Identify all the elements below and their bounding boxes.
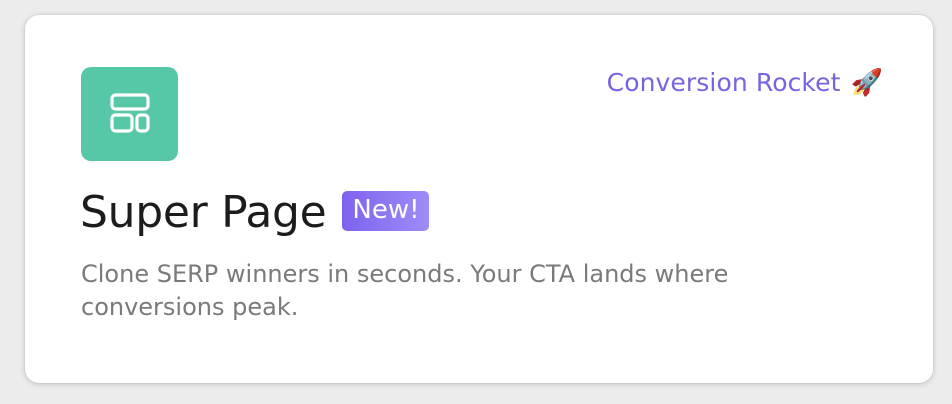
brand-label: Conversion Rocket xyxy=(606,68,841,97)
card-title: Super Page xyxy=(80,187,327,238)
layout-blocks-icon xyxy=(109,93,150,133)
brand-link[interactable]: Conversion Rocket 🚀 xyxy=(607,68,883,97)
new-badge: New! xyxy=(342,191,429,231)
feature-card[interactable]: Conversion Rocket 🚀 Super Page New! Clon… xyxy=(25,15,933,383)
card-description: Clone SERP winners in seconds. Your CTA … xyxy=(81,260,729,321)
icon-tile xyxy=(81,67,178,161)
title-row: Super Page New! xyxy=(80,185,429,241)
rocket-icon: 🚀 xyxy=(850,67,883,98)
